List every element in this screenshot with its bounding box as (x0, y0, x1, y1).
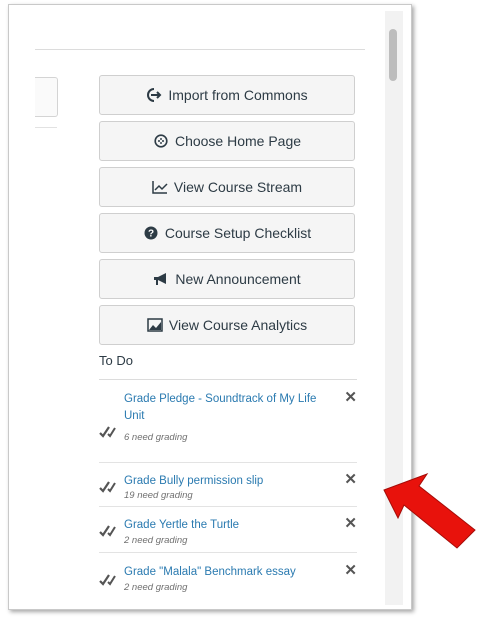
grade-checkmark-icon (99, 481, 116, 493)
new-announcement-label: New Announcement (175, 271, 301, 287)
todo-item-subtitle: 6 need grading (124, 432, 188, 443)
todo-item: Grade Yertle the Turtle 2 need grading ✕ (99, 507, 357, 553)
scrollbar-thumb[interactable] (389, 29, 397, 81)
stream-chart-icon (152, 179, 168, 195)
left-panel-divider (35, 127, 57, 128)
todo-item-link[interactable]: Grade Bully permission slip (124, 473, 329, 490)
todo-item: Grade Pledge - Soundtrack of My Life Uni… (99, 390, 357, 463)
grade-checkmark-icon (99, 574, 116, 586)
megaphone-icon (153, 271, 169, 287)
choose-home-page-label: Choose Home Page (174, 133, 302, 149)
grade-checkmark-icon (99, 525, 116, 537)
todo-item: Grade Bully permission slip 19 need grad… (99, 463, 357, 507)
svg-text:?: ? (148, 229, 154, 240)
import-from-commons-label: Import from Commons (168, 87, 308, 103)
todo-item-link[interactable]: Grade Pledge - Soundtrack of My Life Uni… (124, 391, 329, 425)
grade-checkmark-icon (99, 426, 116, 438)
dismiss-close-icon[interactable]: ✕ (344, 390, 357, 405)
todo-item-link[interactable]: Grade Yertle the Turtle (124, 517, 329, 534)
import-icon (146, 87, 162, 103)
course-setup-checklist-label: Course Setup Checklist (164, 225, 312, 241)
view-course-analytics-button[interactable]: View Course Analytics (99, 305, 355, 345)
todo-item-link[interactable]: Grade "Malala" Benchmark essay (124, 564, 329, 581)
question-circle-icon: ? (143, 225, 159, 241)
todo-item-subtitle: 2 need grading (124, 535, 188, 546)
view-course-stream-label: View Course Stream (173, 179, 303, 195)
home-circle-icon (153, 133, 169, 149)
dismiss-close-icon[interactable]: ✕ (344, 516, 357, 531)
todo-item-subtitle: 19 need grading (124, 490, 193, 501)
course-sidebar-window: Import from Commons Choose Home Page Vie… (8, 4, 412, 610)
new-announcement-button[interactable]: New Announcement (99, 259, 355, 299)
red-arrow-icon (383, 472, 476, 549)
import-from-commons-button[interactable]: Import from Commons (99, 75, 355, 115)
course-setup-checklist-button[interactable]: ? Course Setup Checklist (99, 213, 355, 253)
view-course-analytics-label: View Course Analytics (168, 317, 308, 333)
choose-home-page-button[interactable]: Choose Home Page (99, 121, 355, 161)
todo-divider (99, 379, 357, 380)
analytics-icon (147, 317, 163, 333)
view-course-stream-button[interactable]: View Course Stream (99, 167, 355, 207)
todo-item-subtitle: 2 need grading (124, 582, 188, 593)
left-panel-edge (35, 77, 58, 117)
dismiss-close-icon[interactable]: ✕ (344, 563, 357, 578)
header-divider (35, 49, 365, 50)
todo-item: Grade "Malala" Benchmark essay 2 need gr… (99, 553, 357, 603)
todo-heading: To Do (99, 353, 133, 368)
dismiss-close-icon[interactable]: ✕ (344, 472, 357, 487)
